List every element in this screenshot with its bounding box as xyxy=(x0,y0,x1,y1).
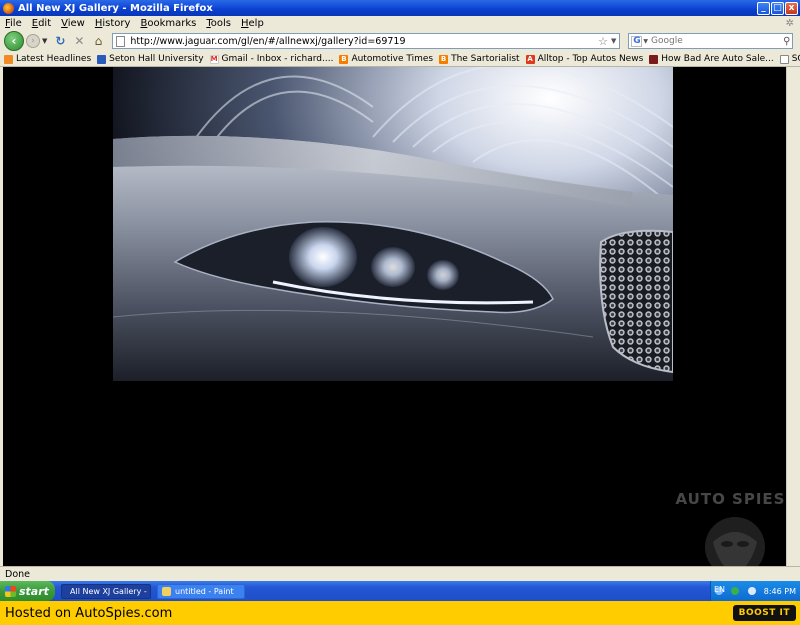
blogger-icon: B xyxy=(439,54,449,64)
menu-edit[interactable]: Edit xyxy=(32,18,51,29)
paint-icon xyxy=(162,586,171,596)
history-dropdown-icon[interactable]: ▼ xyxy=(42,37,47,45)
menu-view[interactable]: View xyxy=(61,18,85,29)
home-icon[interactable]: ⌂ xyxy=(89,33,107,49)
menu-help[interactable]: Help xyxy=(241,18,264,29)
security-icon[interactable] xyxy=(731,587,740,595)
task-paint[interactable]: untitled - Paint xyxy=(157,583,245,599)
forward-button[interactable]: › xyxy=(26,34,40,48)
close-button[interactable]: x xyxy=(785,1,798,15)
bookmark-seton-hall[interactable]: Seton Hall University xyxy=(97,54,204,64)
url-dropdown-icon[interactable]: ▼ xyxy=(611,37,616,45)
start-button[interactable]: start xyxy=(0,581,55,601)
window-controls: _ □ x xyxy=(757,1,798,15)
search-icon[interactable]: ⚲ xyxy=(783,36,790,47)
menu-history[interactable]: History xyxy=(95,18,131,29)
bookmark-latest-headlines[interactable]: Latest Headlines xyxy=(4,54,91,64)
firefox-icon xyxy=(3,2,14,14)
search-input[interactable] xyxy=(651,36,784,46)
url-bar[interactable]: http://www.jaguar.com/gl/en/#/allnewxj/g… xyxy=(112,33,621,49)
bookmark-star-icon[interactable]: ☆ xyxy=(598,35,608,48)
navigation-toolbar: ‹ › ▼ ↻ ✕ ⌂ http://www.jaguar.com/gl/en/… xyxy=(0,30,800,52)
car-headlight-illustration xyxy=(113,67,673,381)
clock[interactable]: 8:46 PM xyxy=(764,587,796,596)
task-firefox[interactable]: All New XJ Gallery - M... xyxy=(61,583,151,599)
seton-hall-icon xyxy=(97,54,107,64)
language-indicator[interactable]: EN xyxy=(714,585,725,594)
bookmark-sartorialist[interactable]: B The Sartorialist xyxy=(439,54,520,64)
engine-dropdown-icon[interactable]: ▼ xyxy=(643,38,648,45)
reload-icon[interactable]: ↻ xyxy=(51,33,69,49)
bookmark-auto-sales[interactable]: How Bad Are Auto Sale... xyxy=(649,54,774,64)
hosted-text[interactable]: Hosted on AutoSpies.com xyxy=(5,606,172,621)
search-bar[interactable]: G ▼ ⚲ xyxy=(628,33,794,49)
boost-button[interactable]: BOOST IT xyxy=(732,605,796,621)
volume-icon[interactable] xyxy=(747,587,756,595)
gallery-image[interactable] xyxy=(113,67,673,381)
menu-file[interactable]: File xyxy=(5,18,22,29)
bookmark-gmail[interactable]: M Gmail - Inbox - richard.... xyxy=(209,54,333,64)
window-title: All New XJ Gallery - Mozilla Firefox xyxy=(18,2,213,14)
bookmark-scouting-ny[interactable]: SCOUTING NY - www.s... xyxy=(779,54,800,64)
page-content: AUTO SPIES xyxy=(3,67,786,577)
windows-flag-icon xyxy=(5,585,16,597)
hosted-footer: Hosted on AutoSpies.com BOOST IT xyxy=(0,601,800,625)
back-button[interactable]: ‹ xyxy=(4,31,24,51)
gmail-icon: M xyxy=(209,54,219,64)
status-bar: Done xyxy=(0,566,800,581)
alltop-icon: A xyxy=(525,54,535,64)
menu-bookmarks[interactable]: Bookmarks xyxy=(140,18,196,29)
page-icon xyxy=(116,35,126,47)
blogger-icon: B xyxy=(339,54,349,64)
bookmark-automotive-times[interactable]: B Automotive Times xyxy=(339,54,433,64)
news-icon xyxy=(649,54,659,64)
url-text[interactable]: http://www.jaguar.com/gl/en/#/allnewxj/g… xyxy=(130,36,598,47)
minimize-button[interactable]: _ xyxy=(757,1,770,15)
vertical-scrollbar[interactable] xyxy=(786,67,800,566)
window-titlebar[interactable]: All New XJ Gallery - Mozilla Firefox _ □… xyxy=(0,0,800,16)
throbber-icon: ✲ xyxy=(785,17,794,29)
maximize-button[interactable]: □ xyxy=(771,1,784,15)
menu-bar: File Edit View History Bookmarks Tools H… xyxy=(0,16,800,30)
bookmark-alltop[interactable]: A Alltop - Top Autos News xyxy=(525,54,643,64)
page-icon xyxy=(779,54,789,64)
taskbar: start All New XJ Gallery - M... untitled… xyxy=(0,581,800,601)
google-engine-icon[interactable]: G xyxy=(631,35,643,47)
bookmarks-toolbar: Latest Headlines Seton Hall University M… xyxy=(0,52,800,67)
menu-tools[interactable]: Tools xyxy=(206,18,231,29)
rss-icon xyxy=(4,54,13,64)
stop-icon[interactable]: ✕ xyxy=(70,33,88,49)
auto-spies-watermark: AUTO SPIES xyxy=(675,490,786,508)
status-text: Done xyxy=(5,568,30,580)
